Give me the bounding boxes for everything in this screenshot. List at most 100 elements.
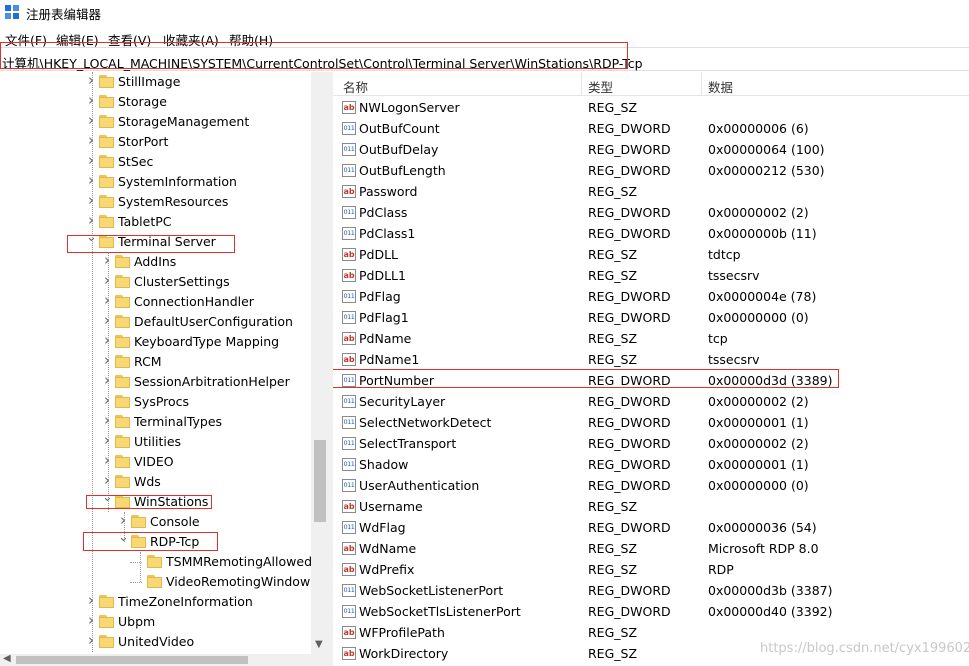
tree-item[interactable]: VideoRemotingWindowN [0,572,320,592]
tree-item[interactable]: › StSec [0,152,311,172]
value-row[interactable]: 011 SelectTransport REG_DWORD 0x00000002 (2… [333,433,969,454]
tree-item[interactable]: ⌄ RDP-Tcp [0,531,311,552]
tree-item[interactable]: › StorageManagement [0,112,311,132]
tree-item[interactable]: › DefaultUserConfiguration [0,312,311,332]
value-row[interactable]: 011 PdClass REG_DWORD 0x00000002 (2) [333,202,969,223]
tree-item[interactable]: › SessionArbitrationHelper [0,372,311,392]
chevron-right-icon[interactable]: › [86,633,96,648]
column-divider[interactable] [581,72,582,96]
tree-item[interactable]: › UnitedVideo [0,632,311,652]
chevron-right-icon[interactable]: › [118,513,128,528]
address-bar[interactable]: 计算机\HKEY_LOCAL_MACHINE\SYSTEM\CurrentCon… [0,47,969,71]
tree-item[interactable]: › TabletPC [0,212,311,232]
scroll-left-icon[interactable]: ◀ [3,653,11,664]
value-row[interactable]: ab PdDLL1 REG_SZ tssecsrv [333,265,969,286]
tree-item[interactable]: › VIDEO [0,452,311,472]
value-type: REG_SZ [588,499,638,514]
chevron-right-icon[interactable]: › [102,253,112,268]
value-row[interactable]: 011 OutBufLength REG_DWORD 0x00000212 (530) [333,160,969,181]
tree-item[interactable]: › TerminalTypes [0,412,311,432]
chevron-right-icon[interactable]: › [86,173,96,188]
tree-item[interactable]: › Storage [0,92,311,112]
scrollbar-thumb[interactable] [314,440,326,522]
value-row[interactable]: 011 OutBufCount REG_DWORD 0x00000006 (6) [333,118,969,139]
chevron-right-icon[interactable]: › [86,113,96,128]
tree-item-label: TimeZoneInformation [118,594,253,609]
chevron-down-icon[interactable]: ⌄ [118,531,129,544]
value-row[interactable]: 011 PdClass1 REG_DWORD 0x0000000b (11) [333,223,969,244]
chevron-right-icon[interactable]: › [102,333,112,348]
value-row[interactable]: 011 OutBufDelay REG_DWORD 0x00000064 (100) [333,139,969,160]
value-row[interactable]: ab PdName1 REG_SZ tssecsrv [333,349,969,370]
scroll-down-icon[interactable]: ▼ [315,639,323,650]
value-row[interactable]: 011 PdFlag1 REG_DWORD 0x00000000 (0) [333,307,969,328]
column-type[interactable]: 类型 [588,77,613,96]
chevron-right-icon[interactable]: › [102,353,112,368]
value-row[interactable]: ab PdName REG_SZ tcp [333,328,969,349]
value-row[interactable]: 011 PortNumber REG_DWORD 0x00000d3d (3389) [333,370,969,391]
column-divider[interactable] [701,72,702,96]
chevron-right-icon[interactable]: › [102,433,112,448]
value-row[interactable]: 011 WebSocketTlsListenerPort REG_DWORD 0x00… [333,601,969,622]
tree-item[interactable]: › Ubpm [0,612,311,632]
chevron-right-icon[interactable]: › [86,613,96,628]
chevron-right-icon[interactable]: › [102,393,112,408]
chevron-right-icon[interactable]: › [86,133,96,148]
chevron-right-icon[interactable]: › [86,93,96,108]
value-row[interactable]: ab PdDLL REG_SZ tdtcp [333,244,969,265]
tree-item[interactable]: ⌄ Terminal Server [0,231,311,252]
value-row[interactable]: 011 PdFlag REG_DWORD 0x0000004e (78) [333,286,969,307]
chevron-down-icon[interactable]: ⌄ [86,231,97,244]
chevron-right-icon[interactable]: › [102,413,112,428]
tree-item[interactable]: ⌄ WinStations [0,491,311,512]
column-name[interactable]: 名称 [343,77,368,96]
chevron-right-icon[interactable]: › [86,193,96,208]
value-row[interactable]: 011 UserAuthentication REG_DWORD 0x00000000… [333,475,969,496]
tree-item[interactable]: › Console [0,512,311,532]
value-row[interactable]: ab WdPrefix REG_SZ RDP [333,559,969,580]
chevron-right-icon[interactable]: › [86,153,96,168]
scrollbar-thumb[interactable] [16,656,248,664]
chevron-down-icon[interactable]: ⌄ [102,491,113,504]
value-row[interactable]: 011 Shadow REG_DWORD 0x00000001 (1) [333,454,969,475]
tree-item[interactable]: › SystemInformation [0,172,311,192]
tree-item[interactable]: › AddIns [0,252,311,272]
chevron-right-icon[interactable]: › [102,473,112,488]
chevron-right-icon[interactable]: › [86,593,96,608]
value-row[interactable]: 011 SelectNetworkDetect REG_DWORD 0x0000000… [333,412,969,433]
value-row[interactable]: 011 WebSocketListenerPort REG_DWORD 0x00000… [333,580,969,601]
value-row[interactable]: ab Username REG_SZ [333,496,969,517]
chevron-right-icon[interactable]: › [86,73,96,88]
value-row[interactable]: 011 WdFlag REG_DWORD 0x00000036 (54) [333,517,969,538]
tree-item[interactable]: › StorPort [0,132,311,152]
tree-horizontal-scrollbar[interactable]: ◀ [0,653,329,666]
value-row[interactable]: ab WFProfilePath REG_SZ [333,622,969,643]
value-row[interactable]: ab WdName REG_SZ Microsoft RDP 8.0 [333,538,969,559]
value-row[interactable]: 011 SecurityLayer REG_DWORD 0x00000002 (2) [333,391,969,412]
value-row[interactable]: ab NWLogonServer REG_SZ [333,97,969,118]
address-path[interactable]: 计算机\HKEY_LOCAL_MACHINE\SYSTEM\CurrentCon… [2,53,643,72]
tree-item[interactable]: › ConnectionHandler [0,292,311,312]
tree-item[interactable]: › ClusterSettings [0,272,311,292]
values-list[interactable]: 名称 类型 数据 ab NWLogonServer REG_SZ 011 OutBufC… [333,72,969,666]
chevron-right-icon[interactable]: › [102,273,112,288]
tree-item[interactable]: › Wds [0,472,311,492]
column-data[interactable]: 数据 [708,77,733,96]
value-row[interactable]: ab Password REG_SZ [333,181,969,202]
chevron-right-icon[interactable]: › [102,293,112,308]
tree-item[interactable]: › KeyboardType Mapping [0,332,311,352]
tree-vertical-scrollbar[interactable]: ▼ [311,72,329,654]
tree-pane[interactable]: › StillImage › Storage › StorageManagement › St… [0,72,329,654]
chevron-right-icon[interactable]: › [102,373,112,388]
chevron-right-icon[interactable]: › [102,453,112,468]
chevron-right-icon[interactable]: › [86,213,96,228]
tree-item[interactable]: › Utilities [0,432,311,452]
tree-item[interactable]: › RCM [0,352,311,372]
tree-item[interactable]: › SysProcs [0,392,311,412]
tree-item[interactable]: › TimeZoneInformation [0,592,311,612]
tree-item[interactable]: › SystemResources [0,192,311,212]
value-type: REG_SZ [588,646,638,661]
chevron-right-icon[interactable]: › [102,313,112,328]
tree-item[interactable]: › StillImage [0,72,311,92]
tree-item[interactable]: TSMMRemotingAllowedA [0,552,321,572]
